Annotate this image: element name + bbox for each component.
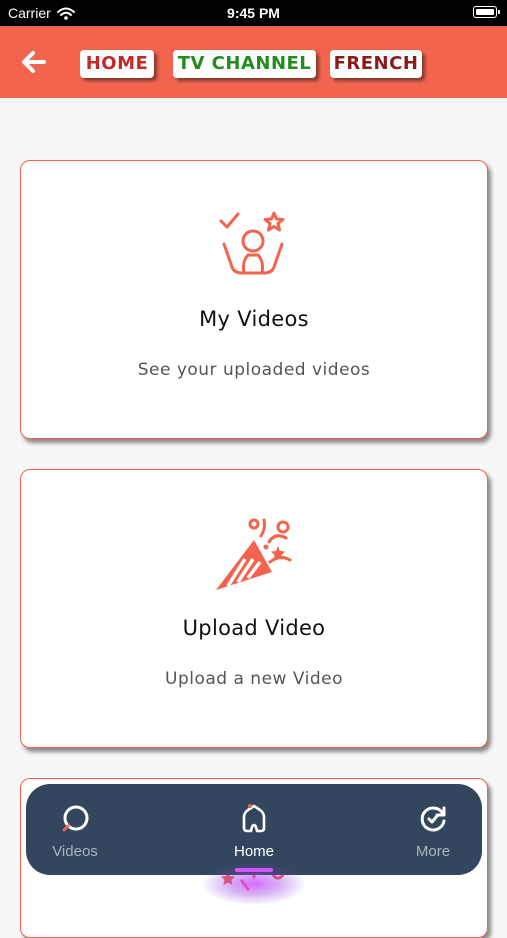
search-icon — [62, 805, 89, 832]
upload-video-card[interactable]: Upload Video Upload a new Video — [20, 469, 488, 748]
home-icon — [242, 804, 266, 833]
upload-video-subtitle: Upload a new Video — [165, 669, 343, 689]
nav-item-videos[interactable]: Videos — [20, 784, 130, 875]
app-bar: HOME TV CHANNEL FRENCH — [0, 26, 507, 98]
home-chip[interactable]: HOME — [80, 50, 154, 78]
nav-item-more[interactable]: More — [378, 784, 488, 875]
french-chip[interactable]: FRENCH — [330, 50, 422, 78]
upload-video-title: Upload Video — [182, 616, 326, 640]
refresh-icon — [420, 806, 446, 832]
my-videos-card[interactable]: My Videos See your uploaded videos — [20, 160, 488, 439]
nav-label-videos: Videos — [52, 843, 98, 860]
celebrate-person-icon — [219, 211, 285, 275]
nav-item-home[interactable]: Home — [199, 784, 309, 875]
back-arrow-icon[interactable] — [19, 48, 47, 76]
party-popper-icon — [216, 518, 292, 590]
my-videos-subtitle: See your uploaded videos — [137, 360, 371, 380]
nav-label-home: Home — [233, 843, 274, 860]
status-bar: Carrier 9:45 PM — [0, 0, 507, 26]
my-videos-title: My Videos — [199, 307, 309, 331]
status-time: 9:45 PM — [227, 5, 280, 21]
nav-label-more: More — [415, 843, 451, 860]
bottom-navigation: Videos Home More — [26, 784, 482, 904]
tv-channel-chip[interactable]: TV CHANNEL — [173, 50, 316, 78]
battery-icon — [473, 6, 500, 18]
